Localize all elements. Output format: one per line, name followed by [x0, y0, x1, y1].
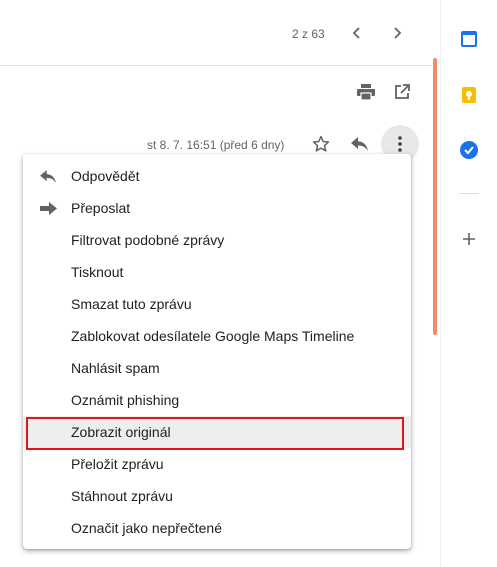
menu-item-label: Filtrovat podobné zprávy: [71, 232, 225, 248]
star-icon: [312, 135, 330, 152]
menu-item-reply[interactable]: Odpovědět: [23, 160, 411, 192]
older-button[interactable]: [384, 20, 410, 46]
calendar-icon: [461, 31, 477, 47]
menu-item-show-original[interactable]: Zobrazit originál: [23, 416, 411, 448]
newer-button[interactable]: [344, 20, 370, 46]
menu-item-forward[interactable]: Přeposlat: [23, 192, 411, 224]
menu-item-label: Odpovědět: [71, 168, 140, 184]
side-panel: [440, 0, 497, 567]
get-addons-button[interactable]: [458, 228, 480, 250]
menu-item-label: Tisknout: [71, 264, 124, 280]
menu-item-translate[interactable]: Přeložit zprávu: [23, 448, 411, 480]
chevron-left-icon: [352, 27, 360, 39]
more-vert-icon: [398, 136, 402, 152]
keep-app-button[interactable]: [458, 84, 480, 106]
chevron-right-icon: [394, 27, 402, 39]
menu-item-print[interactable]: Tisknout: [23, 256, 411, 288]
menu-item-mark-unread[interactable]: Označit jako nepřečtené: [23, 512, 411, 544]
menu-item-label: Označit jako nepřečtené: [71, 520, 222, 536]
menu-item-label: Stáhnout zprávu: [71, 488, 173, 504]
message-date: st 8. 7. 16:51 (před 6 dny): [147, 138, 285, 152]
tasks-app-button[interactable]: [458, 139, 480, 161]
tasks-icon: [460, 141, 478, 159]
menu-item-label: Smazat tuto zprávu: [71, 296, 192, 312]
reply-icon: [351, 137, 368, 151]
menu-item-label: Přeložit zprávu: [71, 456, 164, 472]
menu-item-label: Nahlásit spam: [71, 360, 160, 376]
printer-icon: [357, 84, 375, 100]
menu-item-label: Přeposlat: [71, 200, 131, 216]
menu-item-report-phishing[interactable]: Oznámit phishing: [23, 384, 411, 416]
message-toolbar: 2 z 63: [0, 0, 437, 66]
more-options-menu: Odpovědět Přeposlat Filtrovat podobné zp…: [23, 154, 411, 549]
print-all-button[interactable]: [354, 80, 378, 104]
star-button[interactable]: [309, 132, 333, 156]
scroll-accent-bar: [433, 58, 437, 335]
menu-item-filter-similar[interactable]: Filtrovat podobné zprávy: [23, 224, 411, 256]
open-in-new-icon: [395, 84, 410, 99]
menu-item-label: Oznámit phishing: [71, 392, 180, 408]
menu-item-download[interactable]: Stáhnout zprávu: [23, 480, 411, 512]
menu-item-delete[interactable]: Smazat tuto zprávu: [23, 288, 411, 320]
keep-icon: [462, 87, 476, 103]
menu-item-label: Zablokovat odesílatele Google Maps Timel…: [71, 328, 355, 344]
side-panel-divider: [459, 193, 479, 194]
reply-button[interactable]: [348, 132, 372, 156]
open-in-new-window-button[interactable]: [390, 80, 414, 104]
menu-item-block-sender[interactable]: Zablokovat odesílatele Google Maps Timel…: [23, 320, 411, 352]
reply-icon: [38, 167, 58, 185]
menu-item-report-spam[interactable]: Nahlásit spam: [23, 352, 411, 384]
pager-count: 2 z 63: [292, 27, 325, 41]
plus-icon: [463, 233, 475, 245]
calendar-app-button[interactable]: [458, 28, 480, 50]
menu-item-label: Zobrazit originál: [71, 424, 171, 440]
forward-icon: [38, 199, 58, 217]
